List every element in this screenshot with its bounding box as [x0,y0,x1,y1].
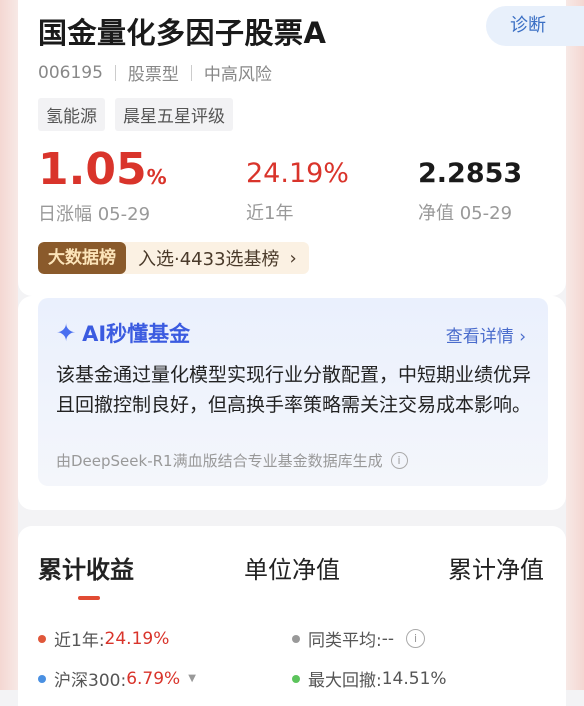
fund-name: 国金量化多因子股票A [38,16,327,50]
ai-summary-text: 该基金通过量化模型实现行业分散配置，中短期业绩优异且回撤控制良好，但高换手率策略… [56,364,532,416]
performance-card: 累计收益 单位净值 累计净值 近1年: 24.19% 同类平均: -- i 沪深… [18,526,566,706]
dropdown-triangle-icon[interactable]: ▼ [188,673,196,684]
daily-change-unit: % [146,165,167,189]
fund-meta: 006195 股票型 中高风险 [38,60,272,86]
legend-dot [38,634,46,643]
legend-max-drawdown: 最大回撤: 14.51% [292,666,447,691]
bigdata-badge: 大数据榜 [38,242,126,274]
divider [114,64,116,81]
year-return-stat: 24.19% 近1年 [246,160,349,225]
right-edge-decor [566,0,584,690]
ai-footer: 由DeepSeek-R1满血版结合专业基金数据库生成 i [56,450,408,471]
fund-code: 006195 [38,62,103,83]
legend-label: 沪深300: [54,671,127,691]
view-details-link[interactable]: 查看详情 › [446,322,526,347]
divider [190,64,192,81]
legend-value: 6.79% [126,668,181,689]
nav-value: 2.2853 [418,158,523,189]
left-edge-decor [0,0,18,690]
sparkle-icon: ✦ [56,319,77,347]
chevron-right-icon: › [289,247,297,269]
ai-title: AI秒懂基金 [82,322,191,346]
legend-dot [38,674,46,683]
daily-change-stat: 1.05% 日涨幅 05-29 [38,148,167,226]
fund-type: 股票型 [127,65,179,85]
legend-label: 近1年: [54,631,105,651]
tab-cumulative-return[interactable]: 累计收益 [38,550,134,585]
legend-value: 24.19% [104,628,170,649]
legend-year: 近1年: 24.19% [38,626,169,651]
diagnose-button[interactable]: 诊断 [486,6,584,46]
fund-risk: 中高风险 [203,65,272,85]
info-icon[interactable]: i [406,629,426,648]
info-icon[interactable]: i [390,452,408,469]
tag-hydrogen[interactable]: 氢能源 [38,98,105,131]
fund-header-card: 国金量化多因子股票A 诊断 006195 股票型 中高风险 氢能源 晨星五星评级… [18,0,584,296]
legend-label: 同类平均: [308,631,382,651]
nav-label: 净值 05-29 [418,203,513,224]
tab-cumulative-nav[interactable]: 累计净值 [448,550,544,585]
legend-label: 最大回撤: [308,671,382,691]
performance-tabs: 累计收益 单位净值 累计净值 [18,550,566,594]
tag-morningstar[interactable]: 晨星五星评级 [115,98,233,131]
ai-summary-card: ✦ AI秒懂基金 查看详情 › 该基金通过量化模型实现行业分散配置，中短期业绩优… [38,298,548,486]
ai-footer-text: 由DeepSeek-R1满血版结合专业基金数据库生成 [56,452,383,470]
daily-change-label: 日涨幅 05-29 [38,204,151,225]
daily-change-value: 1.05 [38,144,147,195]
ai-header: ✦ AI秒懂基金 [56,318,190,348]
year-return-value: 24.19% [246,158,349,189]
ai-card-wrapper: ✦ AI秒懂基金 查看详情 › 该基金通过量化模型实现行业分散配置，中短期业绩优… [18,296,566,510]
year-return-label: 近1年 [246,203,294,224]
fund-tags: 氢能源 晨星五星评级 [38,98,233,131]
legend-value: 14.51% [381,668,447,689]
legend-dot [292,634,300,643]
legend-dot [292,674,300,683]
bigdata-text: 入选·4433选基榜 [138,249,280,270]
nav-stat: 2.2853 净值 05-29 [418,160,522,225]
legend-value: -- [381,628,395,649]
active-tab-indicator [78,596,100,600]
bigdata-ranking-banner[interactable]: 大数据榜 入选·4433选基榜 › [38,242,309,274]
tab-unit-nav[interactable]: 单位净值 [244,550,340,585]
legend-peer-average: 同类平均: -- i [292,626,426,651]
legend-csi300[interactable]: 沪深300: 6.79% ▼ [38,666,196,691]
